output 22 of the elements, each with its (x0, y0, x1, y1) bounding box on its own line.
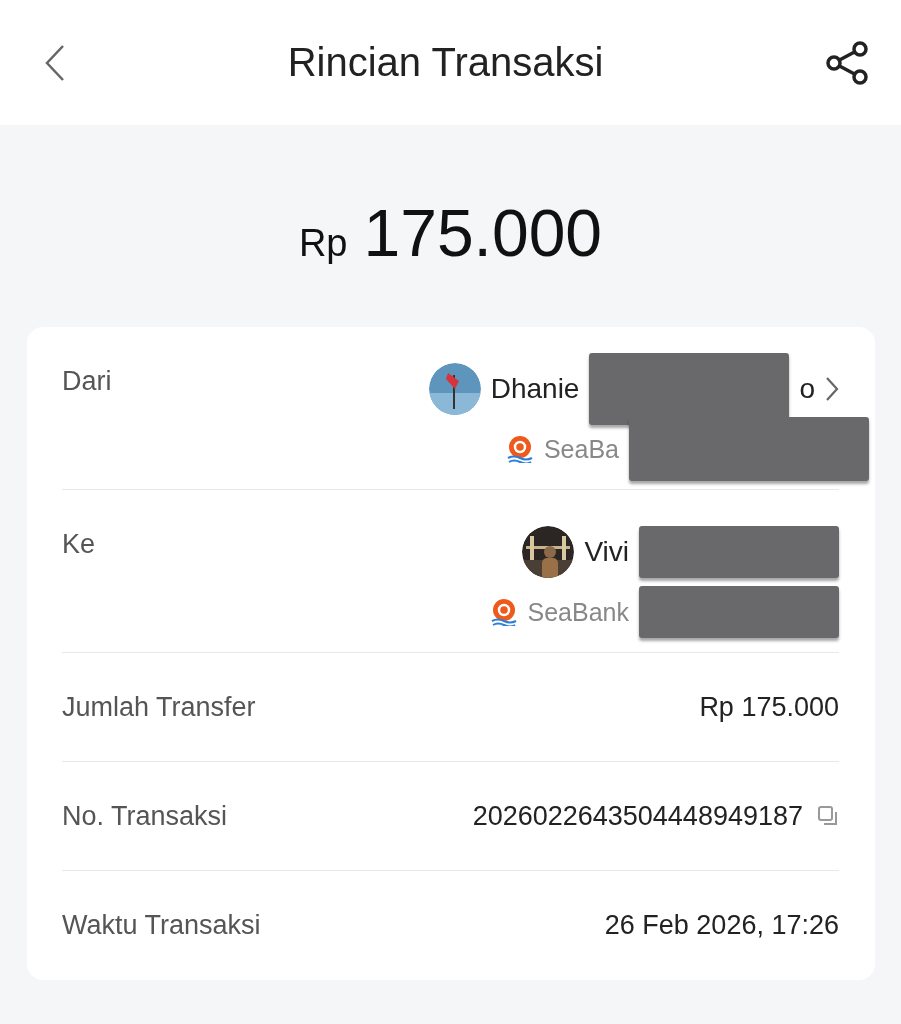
account-name: Dhanie (490, 373, 580, 405)
currency-label: Rp (298, 222, 348, 265)
bank-logo-icon (489, 598, 518, 626)
row-label: No. Transaksi (62, 800, 228, 832)
row-label: Ke (62, 528, 96, 561)
row-label: Dari (62, 365, 112, 398)
back-icon[interactable] (44, 43, 66, 82)
amount-value: 175.000 (363, 195, 603, 271)
bank-name: SeaBa (543, 434, 619, 464)
share-icon[interactable] (825, 39, 871, 86)
row-label: Waktu Transaksi (62, 910, 261, 941)
copy-icon[interactable] (817, 805, 839, 827)
account-name: o (799, 373, 815, 405)
row-value: 26 Feb 2026, 17:26 (604, 910, 839, 941)
account-name: Vivi (584, 536, 629, 568)
row-value: 2026022643504448949187 (472, 800, 803, 832)
row-label: Jumlah Transfer (62, 691, 256, 723)
page-title: Rincian Transaksi (287, 40, 604, 85)
row-value: Rp 175.000 (699, 691, 839, 723)
bank-name: SeaBank (527, 597, 629, 627)
chevron-icon[interactable] (825, 376, 839, 402)
bank-logo-icon (505, 435, 534, 463)
